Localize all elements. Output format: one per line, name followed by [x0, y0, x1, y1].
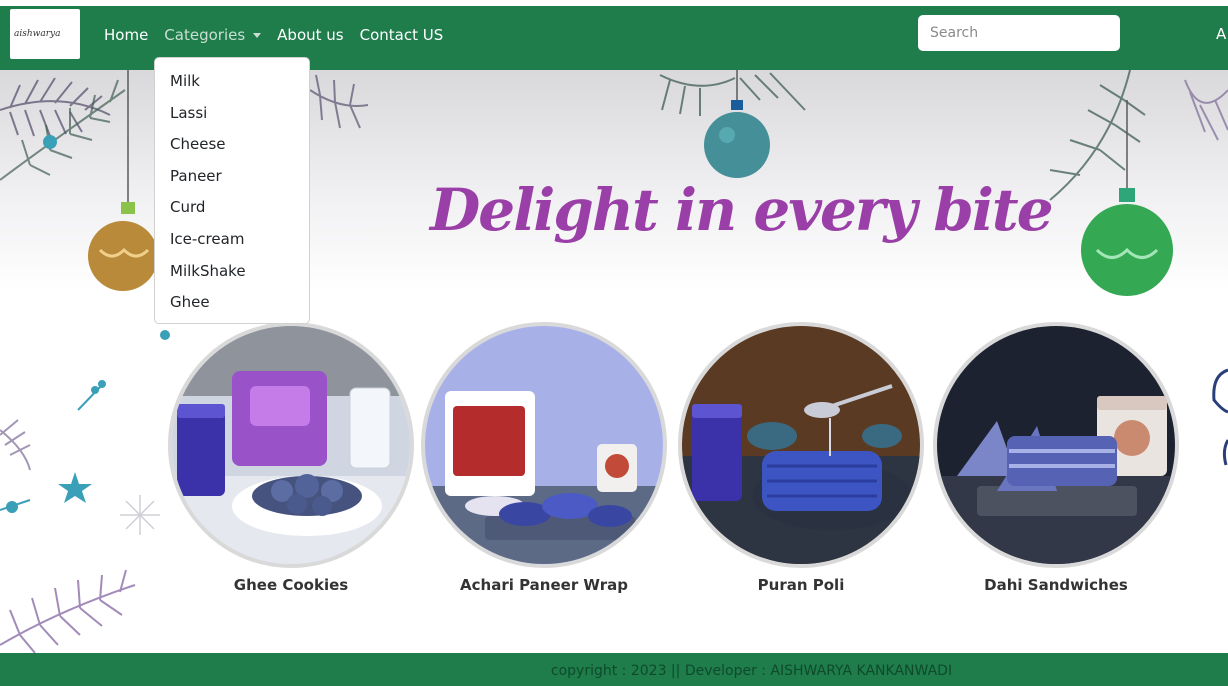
pine-branch-bottom-left [0, 569, 136, 653]
product-photo-ghee-cookies [172, 326, 410, 564]
product-card[interactable]: Dahi Sandwiches [933, 322, 1183, 612]
caret-down-icon [253, 33, 262, 38]
footer: copyright : 2023 || Developer : AISHWARY… [0, 653, 1228, 686]
product-image[interactable] [678, 322, 924, 568]
ornament-gold [88, 221, 158, 291]
star-decoration [58, 472, 92, 503]
pine-branch-left-top [0, 77, 111, 137]
product-photo-dahi-sandwiches [937, 326, 1175, 564]
dropdown-item-ghee[interactable]: Ghee [155, 287, 309, 319]
product-name[interactable]: Ghee Cookies [168, 576, 414, 594]
product-image[interactable] [933, 322, 1179, 568]
product-image[interactable] [421, 322, 667, 568]
product-photo-achari-paneer-wrap [425, 326, 663, 564]
nav-home-link[interactable]: Home [104, 26, 148, 44]
dropdown-item-cheese[interactable]: Cheese [155, 129, 309, 161]
dropdown-item-milk[interactable]: Milk [155, 66, 309, 98]
product-name[interactable]: Dahi Sandwiches [933, 576, 1179, 594]
pine-branch-right-edge [1184, 79, 1228, 141]
page: aishwarya Home Categories About us Conta… [0, 0, 1228, 686]
product-image[interactable] [168, 322, 414, 568]
dropdown-item-milkshake[interactable]: MilkShake [155, 256, 309, 288]
logo[interactable]: aishwarya [10, 9, 80, 59]
dropdown-item-lassi[interactable]: Lassi [155, 98, 309, 130]
product-card[interactable]: Achari Paneer Wrap [421, 322, 671, 612]
pine-branch-right-top [1049, 70, 1146, 201]
nav-links: Home Categories About us Contact US [104, 6, 459, 64]
berry-sprig-decoration [77, 380, 106, 411]
hero-headline: Delight in every bite [430, 176, 1054, 244]
nav-contact-link[interactable]: Contact US [360, 26, 444, 44]
nav-edge-link[interactable]: A [1216, 25, 1226, 43]
pine-branch-left-side [0, 419, 31, 471]
dropdown-item-curd[interactable]: Curd [155, 192, 309, 224]
nav-categories-dropdown-toggle[interactable]: Categories [164, 26, 262, 44]
product-card[interactable]: Ghee Cookies [168, 322, 418, 612]
logo-text: aishwarya [14, 29, 61, 39]
categories-dropdown-menu: Milk Lassi Cheese Paneer Curd Ice-cream … [154, 57, 310, 324]
product-card[interactable]: Puran Poli [678, 322, 928, 612]
product-name[interactable]: Achari Paneer Wrap [421, 576, 667, 594]
footer-copyright: copyright : 2023 || Developer : AISHWARY… [550, 663, 953, 679]
dropdown-item-ice-cream[interactable]: Ice-cream [155, 224, 309, 256]
dropdown-item-paneer[interactable]: Paneer [155, 161, 309, 193]
nav-about-link[interactable]: About us [277, 26, 343, 44]
snowflake-decoration [120, 495, 160, 535]
leaf-sprig-decoration [0, 499, 31, 513]
search-input[interactable] [918, 15, 1120, 51]
product-name[interactable]: Puran Poli [678, 576, 924, 594]
nav-categories-label: Categories [164, 26, 246, 44]
product-photo-puran-poli [682, 326, 920, 564]
ornament-teal [704, 112, 770, 178]
pine-branch-top-middle [309, 74, 369, 129]
